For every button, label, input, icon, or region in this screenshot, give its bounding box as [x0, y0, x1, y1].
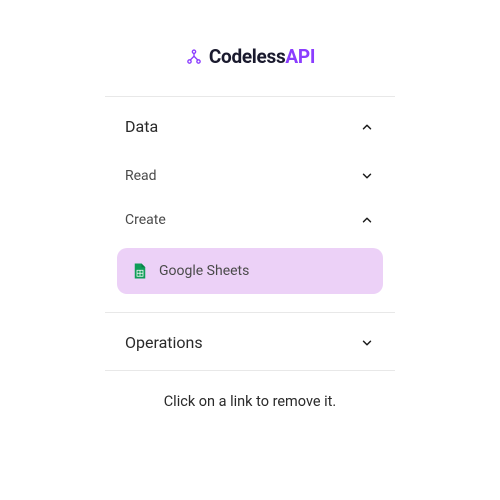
section-operations: Operations: [105, 313, 395, 370]
item-google-sheets[interactable]: Google Sheets: [117, 248, 383, 294]
logo-icon: [185, 48, 203, 66]
chevron-down-icon: [359, 335, 375, 351]
section-header-operations[interactable]: Operations: [105, 313, 395, 370]
section-title: Operations: [125, 333, 203, 352]
item-label: Google Sheets: [159, 263, 249, 279]
chevron-up-icon: [359, 119, 375, 135]
logo-text-main: Codeless: [209, 45, 286, 68]
google-sheets-icon: [131, 262, 149, 280]
section-title: Data: [125, 117, 158, 136]
logo-text: CodelessAPI: [209, 45, 315, 68]
subsection-title: Read: [125, 168, 157, 184]
section-header-data[interactable]: Data: [105, 97, 395, 154]
chevron-down-icon: [359, 168, 375, 184]
subsection-header-read[interactable]: Read: [105, 154, 395, 198]
logo-text-accent: API: [285, 45, 315, 68]
subsection-title: Create: [125, 212, 166, 228]
sidebar-panel: CodelessAPI Data Read Create: [105, 45, 395, 500]
chevron-up-icon: [359, 212, 375, 228]
subsection-header-create[interactable]: Create: [105, 198, 395, 242]
logo: CodelessAPI: [105, 45, 395, 68]
section-data: Data Read Create: [105, 97, 395, 294]
footer-hint: Click on a link to remove it.: [105, 371, 395, 432]
